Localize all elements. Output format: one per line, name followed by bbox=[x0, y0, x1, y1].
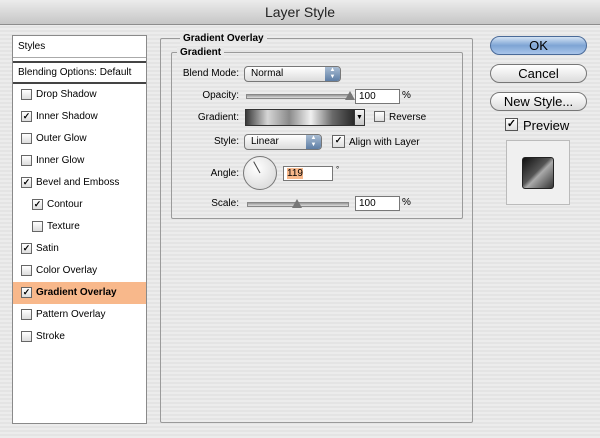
blend-mode-select[interactable]: Normal ▲ ▼ bbox=[244, 66, 341, 82]
scale-unit: % bbox=[402, 197, 411, 208]
opacity-unit: % bbox=[402, 90, 411, 101]
style-item-satin[interactable]: ✓ Satin bbox=[13, 238, 146, 260]
style-item-label: Stroke bbox=[36, 331, 65, 342]
angle-dial[interactable] bbox=[243, 156, 277, 190]
style-item-color-overlay[interactable]: Color Overlay bbox=[13, 260, 146, 282]
align-with-layer-label: Align with Layer bbox=[349, 137, 420, 149]
opacity-input[interactable]: 100 bbox=[355, 89, 400, 104]
checkbox-icon[interactable] bbox=[21, 264, 32, 276]
scale-slider-thumb[interactable] bbox=[292, 199, 302, 208]
blending-options-item[interactable]: Blending Options: Default bbox=[13, 61, 146, 84]
style-item-label: Inner Glow bbox=[36, 155, 85, 166]
style-item-label: Color Overlay bbox=[36, 265, 98, 276]
blend-mode-label: Blend Mode: bbox=[182, 68, 239, 79]
angle-unit: ° bbox=[336, 165, 340, 174]
styles-list: Styles Blending Options: Default Drop Sh… bbox=[12, 35, 147, 424]
checkbox-icon[interactable] bbox=[21, 132, 32, 144]
preview-swatch bbox=[522, 157, 554, 189]
gradient-picker[interactable] bbox=[245, 109, 355, 126]
checkmark-icon[interactable]: ✓ bbox=[21, 242, 32, 254]
ok-button[interactable]: OK bbox=[490, 36, 587, 55]
new-style-button[interactable]: New Style... bbox=[490, 92, 587, 111]
align-checkbox-wrap[interactable]: ✓ Align with Layer bbox=[332, 135, 420, 149]
style-label: Style: bbox=[213, 136, 239, 147]
style-item-label: Outer Glow bbox=[36, 133, 87, 144]
style-item-inner-shadow[interactable]: ✓ Inner Shadow bbox=[13, 106, 146, 128]
checkbox-icon[interactable] bbox=[21, 154, 32, 166]
style-item-texture[interactable]: Texture bbox=[13, 216, 146, 238]
style-item-label: Gradient Overlay bbox=[36, 287, 117, 298]
scale-label: Scale: bbox=[211, 198, 239, 209]
section-title: Gradient Overlay bbox=[180, 33, 267, 44]
checkmark-icon[interactable]: ✓ bbox=[21, 176, 32, 188]
window-title: Layer Style bbox=[0, 0, 600, 25]
style-value: Linear bbox=[251, 136, 279, 147]
checkmark-icon[interactable]: ✓ bbox=[32, 198, 43, 210]
checkbox-icon[interactable] bbox=[21, 88, 32, 100]
style-item-label: Inner Shadow bbox=[36, 111, 98, 122]
style-item-label: Bevel and Emboss bbox=[36, 177, 120, 188]
style-item-gradient-overlay[interactable]: ✓ Gradient Overlay bbox=[13, 282, 146, 304]
angle-needle-icon bbox=[253, 161, 261, 174]
style-item-inner-glow[interactable]: Inner Glow bbox=[13, 150, 146, 172]
style-item-contour[interactable]: ✓ Contour bbox=[13, 194, 146, 216]
checkbox-icon[interactable] bbox=[21, 308, 32, 320]
angle-label: Angle: bbox=[210, 168, 239, 179]
reverse-checkbox[interactable] bbox=[374, 111, 385, 122]
opacity-slider-thumb[interactable] bbox=[345, 91, 355, 100]
style-item-label: Contour bbox=[47, 199, 83, 210]
style-item-label: Pattern Overlay bbox=[36, 309, 106, 320]
reverse-label: Reverse bbox=[389, 112, 427, 124]
up-down-arrows-icon: ▲ ▼ bbox=[325, 67, 340, 81]
styles-header[interactable]: Styles bbox=[13, 36, 146, 58]
gradient-dropdown-arrow-icon[interactable]: ▼ bbox=[355, 109, 365, 126]
checkmark-icon[interactable]: ✓ bbox=[21, 286, 32, 298]
style-item-stroke[interactable]: Stroke bbox=[13, 326, 146, 348]
style-item-drop-shadow[interactable]: Drop Shadow bbox=[13, 84, 146, 106]
checkbox-icon[interactable] bbox=[21, 330, 32, 342]
up-down-arrows-icon: ▲ ▼ bbox=[306, 135, 321, 149]
style-item-label: Drop Shadow bbox=[36, 89, 97, 100]
preview-checkbox[interactable]: ✓ bbox=[505, 118, 518, 131]
style-item-outer-glow[interactable]: Outer Glow bbox=[13, 128, 146, 150]
gradient-label: Gradient: bbox=[197, 112, 239, 123]
style-select[interactable]: Linear ▲ ▼ bbox=[244, 134, 322, 150]
style-item-pattern-overlay[interactable]: Pattern Overlay bbox=[13, 304, 146, 326]
checkmark-icon[interactable]: ✓ bbox=[21, 110, 32, 122]
preview-label: Preview bbox=[523, 118, 570, 133]
cancel-button[interactable]: Cancel bbox=[490, 64, 587, 83]
style-item-label: Satin bbox=[36, 243, 59, 254]
scale-input[interactable]: 100 bbox=[355, 196, 400, 211]
opacity-slider-track[interactable] bbox=[246, 94, 352, 99]
align-with-layer-checkbox[interactable]: ✓ bbox=[332, 135, 345, 148]
checkbox-icon[interactable] bbox=[32, 220, 43, 232]
style-item-label: Texture bbox=[47, 221, 80, 232]
blend-mode-value: Normal bbox=[251, 68, 284, 79]
angle-value: 119 bbox=[287, 168, 303, 179]
group-title: Gradient bbox=[177, 47, 225, 58]
angle-input[interactable]: 119 bbox=[283, 166, 333, 181]
reverse-checkbox-wrap[interactable]: Reverse bbox=[374, 111, 427, 124]
style-item-bevel-and-emboss[interactable]: ✓ Bevel and Emboss bbox=[13, 172, 146, 194]
opacity-label: Opacity: bbox=[202, 90, 239, 101]
